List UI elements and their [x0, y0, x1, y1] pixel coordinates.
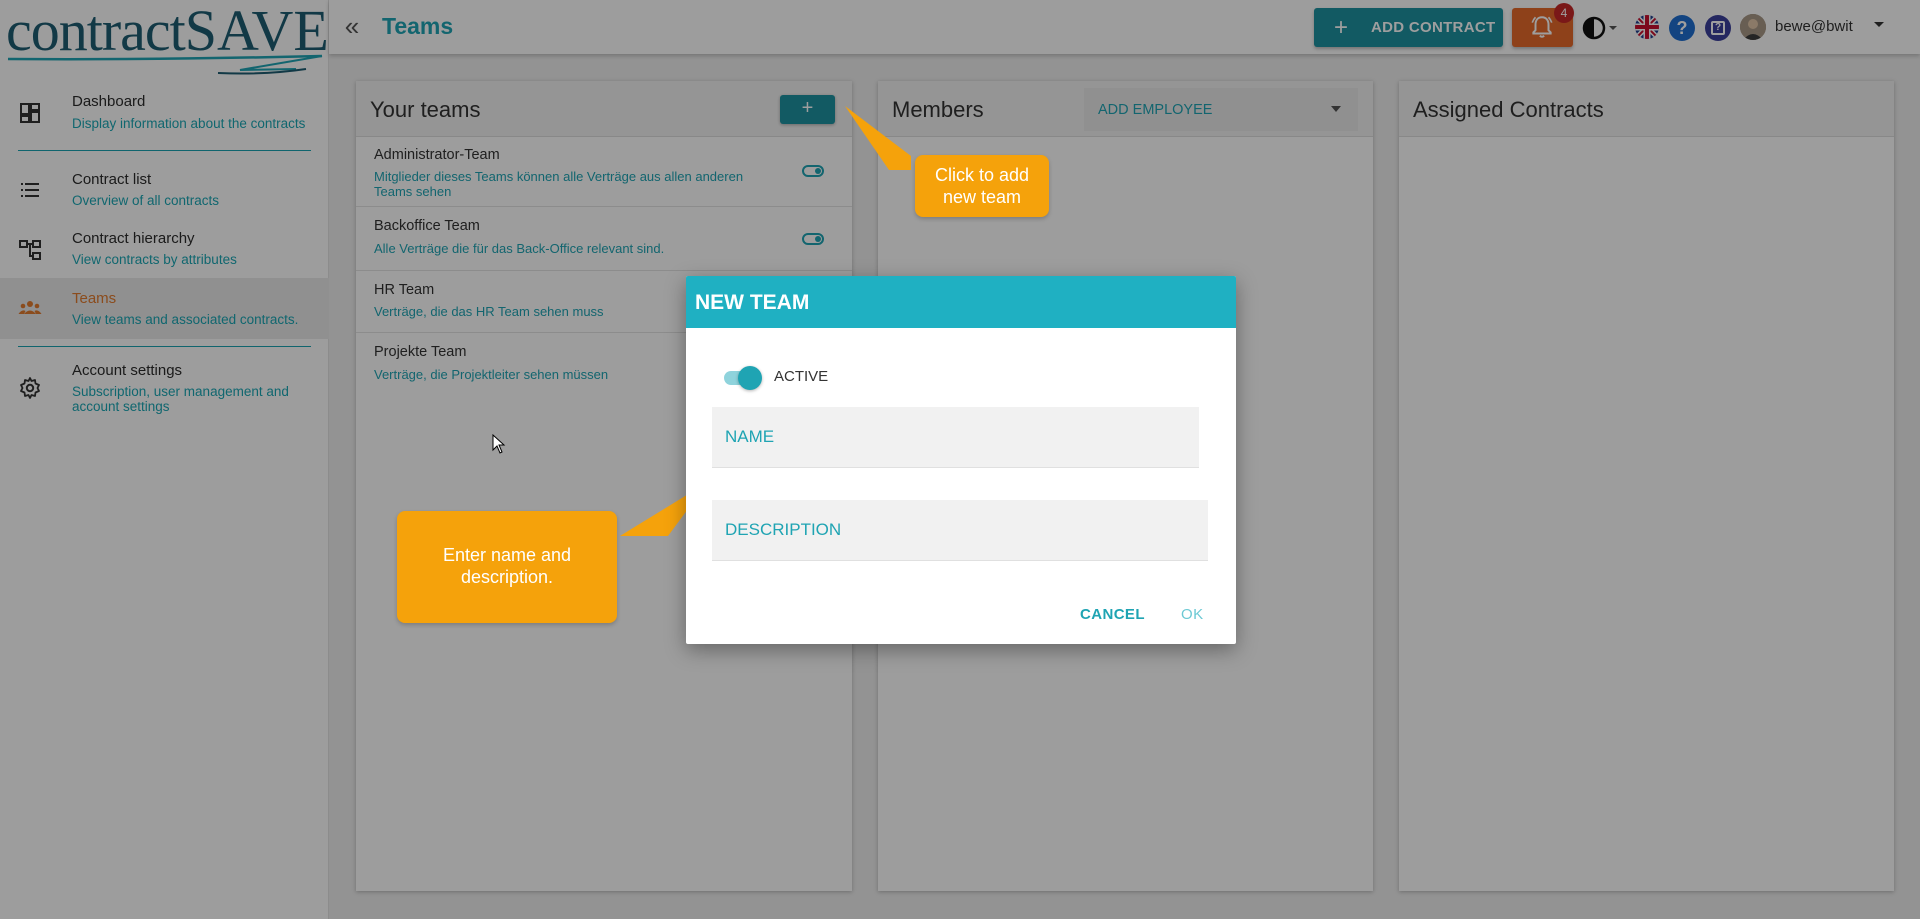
mouse-cursor-icon: [492, 434, 506, 454]
add-team-callout: Click to add new team: [915, 155, 1049, 217]
active-toggle[interactable]: [724, 366, 762, 390]
active-label: ACTIVE: [774, 368, 829, 385]
new-team-dialog: NEW TEAM ACTIVE CANCEL OK: [686, 276, 1236, 644]
description-field[interactable]: [712, 500, 1208, 561]
dialog-header: NEW TEAM: [686, 276, 1236, 328]
ok-button[interactable]: OK: [1181, 606, 1203, 623]
dialog-title: NEW TEAM: [695, 291, 810, 314]
description-input[interactable]: [712, 500, 1208, 560]
add-team-callout-text: Click to add new team: [934, 165, 1030, 207]
toggle-thumb: [738, 366, 762, 390]
name-input[interactable]: [712, 407, 1199, 467]
cancel-button[interactable]: CANCEL: [1080, 606, 1145, 623]
enter-name-callout-text: Enter name and description.: [442, 545, 572, 587]
name-field[interactable]: [712, 407, 1199, 468]
enter-name-callout: Enter name and description.: [397, 511, 617, 623]
callout-pointer: [845, 106, 911, 170]
